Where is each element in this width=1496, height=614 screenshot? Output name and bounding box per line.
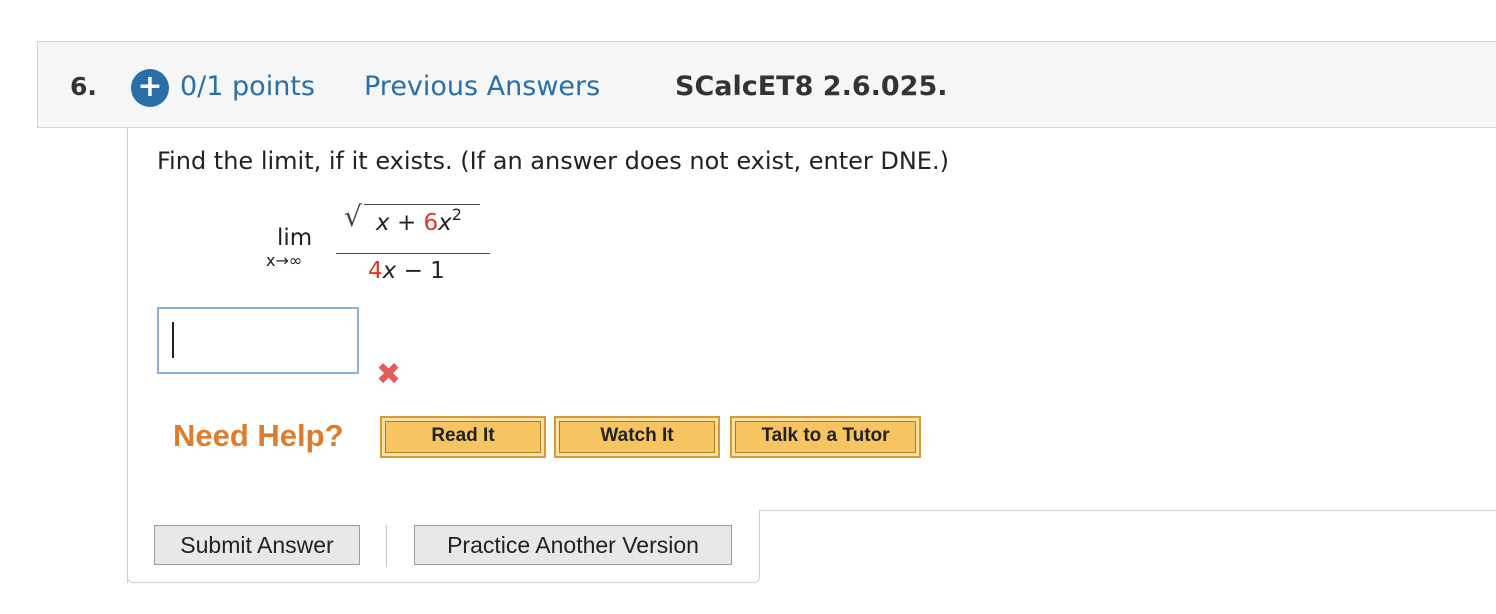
radical-bar xyxy=(364,204,480,205)
answer-input[interactable] xyxy=(157,307,359,374)
points-label: 0/1 points xyxy=(180,71,315,102)
fraction-bar xyxy=(336,253,490,254)
practice-another-version-button[interactable]: Practice Another Version xyxy=(414,525,732,565)
problem-instruction: Find the limit, if it exists. (If an ans… xyxy=(157,147,949,175)
limit-label: lim xyxy=(277,225,313,251)
denominator: 4x − 1 xyxy=(368,258,445,284)
panel-divider xyxy=(759,510,1496,511)
read-it-button[interactable]: Read It xyxy=(380,416,546,458)
question-code: SCalcET8 2.6.025. xyxy=(675,71,948,102)
numerator: x + 6x2 xyxy=(376,205,462,237)
plus-icon[interactable]: + xyxy=(131,69,169,107)
watch-it-button[interactable]: Watch It xyxy=(554,416,720,458)
limit-subscript: x→∞ xyxy=(266,251,303,270)
question-number: 6. xyxy=(70,72,97,101)
submit-answer-button[interactable]: Submit Answer xyxy=(154,525,360,565)
previous-answers-link[interactable]: Previous Answers xyxy=(364,71,600,102)
talk-to-tutor-button[interactable]: Talk to a Tutor xyxy=(730,416,921,458)
button-separator xyxy=(386,525,387,567)
text-cursor xyxy=(172,322,174,358)
question-header: 6. + 0/1 points Previous Answers SCalcET… xyxy=(37,41,1496,128)
need-help-label: Need Help? xyxy=(173,418,344,453)
x-mark-icon: ✖ xyxy=(376,357,402,392)
square-root-icon: √ xyxy=(344,200,362,233)
